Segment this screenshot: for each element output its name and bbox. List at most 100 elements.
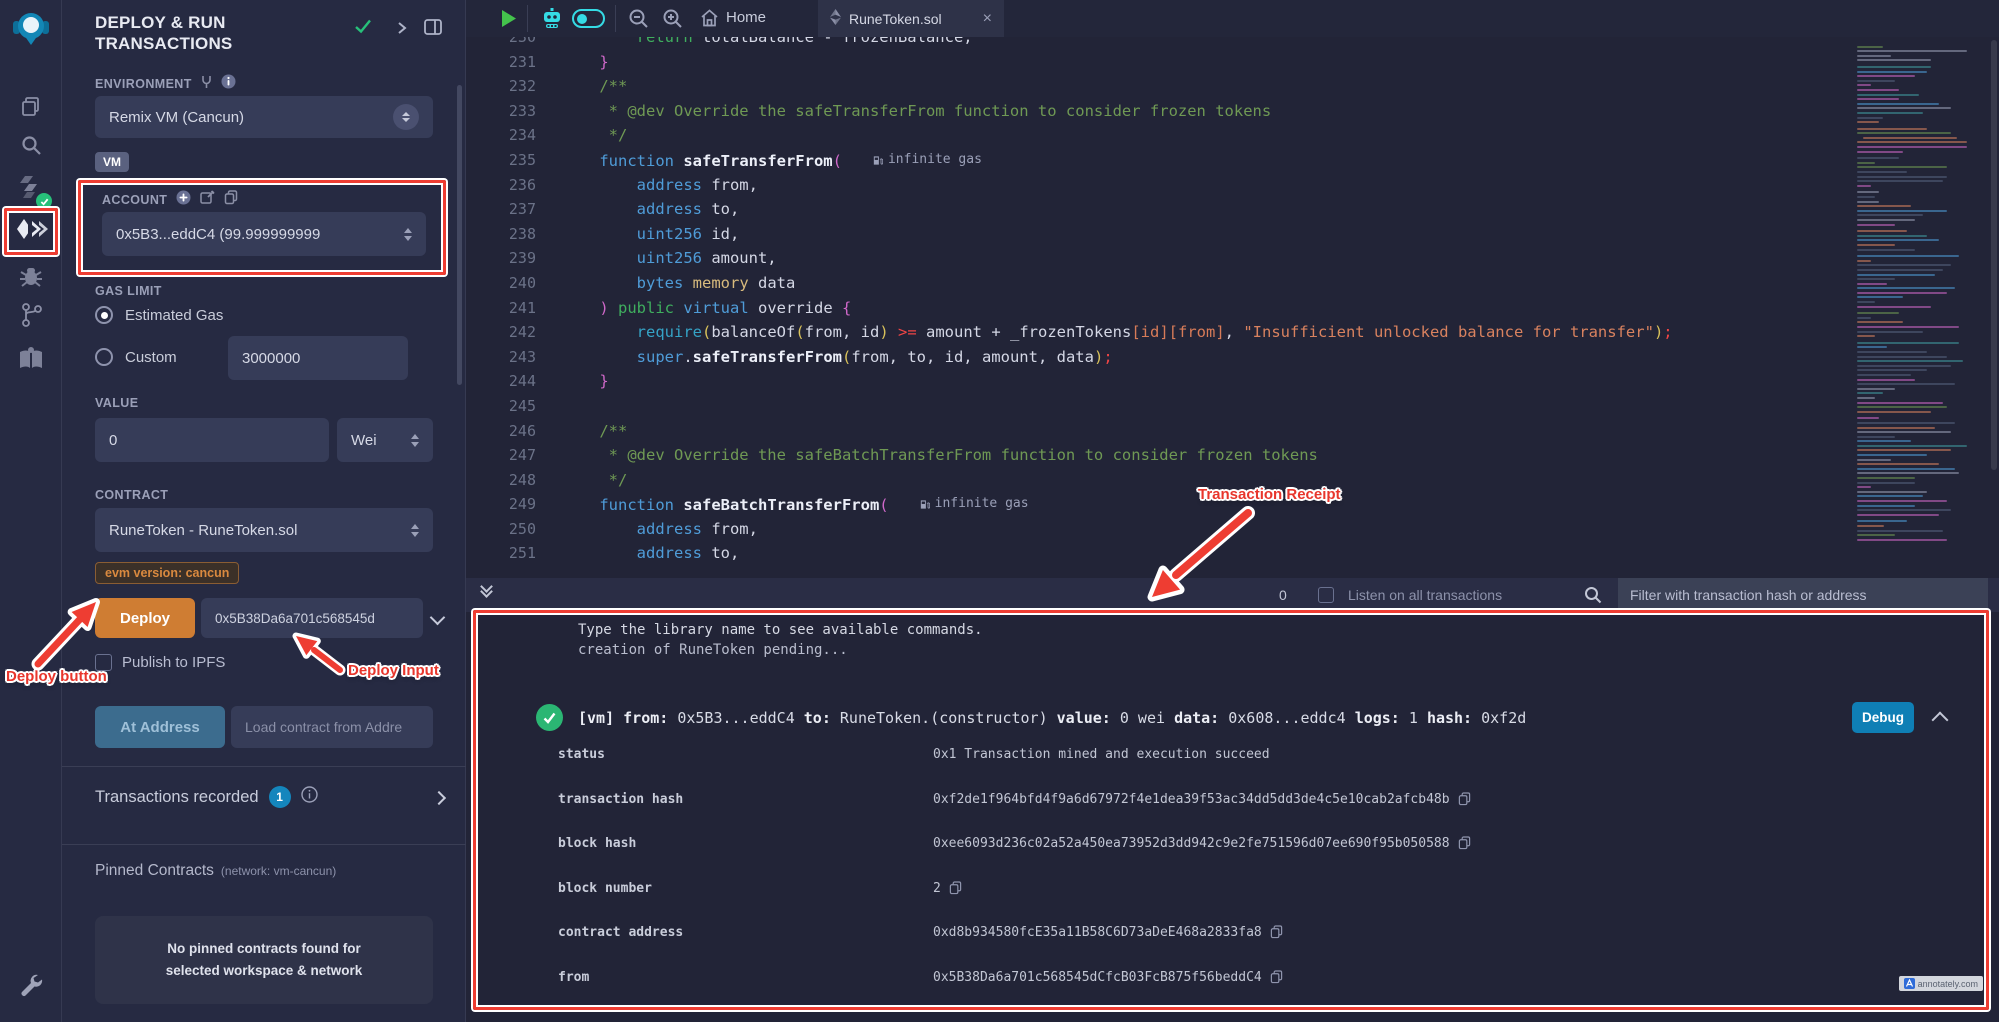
edit-account-icon[interactable] (200, 190, 215, 210)
evm-version-badge: evm version: cancun (95, 562, 239, 584)
radio-unselected-icon[interactable] (95, 348, 113, 366)
receipt-summary-text[interactable]: [vm] from: 0x5B3...eddC4 to: RuneToken.(… (578, 700, 1529, 736)
code-line: 244 } (466, 369, 1857, 394)
remix-logo-icon[interactable] (0, 8, 62, 50)
home-tab[interactable]: Home (726, 9, 766, 26)
transactions-recorded-row: Transactions recorded 1 (95, 786, 318, 808)
unit-stepper-icon[interactable] (411, 434, 419, 447)
at-address-input[interactable]: Load contract from Addre (231, 706, 433, 748)
divider (62, 766, 466, 767)
terminal-logs: Type the library name to see available c… (466, 620, 1999, 660)
copy-account-icon[interactable] (224, 190, 238, 210)
receipt-row-value: 2 (933, 881, 941, 896)
contract-stepper-icon[interactable] (411, 524, 419, 537)
code-line: 230 return totalBalance - frozenBalance; (466, 37, 1857, 50)
remix-ide-window: DEPLOY & RUN TRANSACTIONS ENVIRONMENT Re… (0, 0, 1999, 1022)
copy-icon[interactable] (1270, 925, 1283, 939)
collapse-receipt-icon[interactable] (1932, 712, 1949, 729)
receipt-row-label: block hash (558, 836, 636, 851)
debugger-icon[interactable] (0, 260, 62, 292)
editor-scrollbar[interactable] (1991, 40, 1997, 470)
zoom-in-icon[interactable] (662, 8, 683, 34)
panel-check-icon (354, 18, 372, 39)
editor-toolbar: Home RuneToken.sol × (466, 0, 1999, 37)
value-unit-select[interactable]: Wei (337, 418, 433, 462)
learneth-book-icon[interactable] (0, 342, 62, 376)
transactions-expand-icon[interactable] (432, 791, 446, 805)
pin-panel-icon[interactable] (424, 19, 442, 40)
terminal-log-line: creation of RuneToken pending... (578, 640, 1999, 660)
line-number: 242 (466, 320, 562, 345)
deploy-input[interactable]: 0x5B38Da6a701c568545d (201, 598, 423, 638)
ai-toggle[interactable] (572, 9, 605, 28)
account-value: 0x5B3...eddC4 (99.999999999 (116, 226, 320, 243)
line-number: 248 (466, 468, 562, 493)
collapse-terminal-icon[interactable] (482, 586, 491, 596)
home-icon[interactable] (700, 9, 719, 32)
deploy-button[interactable]: Deploy (95, 598, 195, 638)
listen-label: Listen on all transactions (1348, 587, 1502, 603)
account-select[interactable]: 0x5B3...eddC4 (99.999999999 (102, 212, 426, 256)
solidity-compiler-icon[interactable] (0, 170, 62, 204)
plugin-manager-icon[interactable] (0, 968, 62, 1002)
code-line: 235 function safeTransferFrom(infinite g… (466, 148, 1857, 173)
deploy-run-icon[interactable] (0, 212, 62, 252)
compile-success-badge (36, 193, 52, 209)
debug-button[interactable]: Debug (1852, 702, 1914, 733)
ipfs-checkbox[interactable] (95, 654, 112, 671)
line-number: 246 (466, 419, 562, 444)
receipt-row-value: 0xf2de1f964bfd4f9a6d67972f4e1dea39f53ac3… (933, 792, 1450, 807)
at-address-button[interactable]: At Address (95, 706, 225, 748)
editor-area: Home RuneToken.sol × 230 return totalBal… (466, 0, 1999, 1022)
contract-select[interactable]: RuneToken - RuneToken.sol (95, 508, 433, 552)
copy-icon[interactable] (1270, 970, 1283, 984)
radio-selected-icon[interactable] (95, 306, 113, 324)
publish-ipfs-row[interactable]: Publish to IPFS (95, 654, 225, 671)
filter-input[interactable]: Filter with transaction hash or address (1618, 578, 1988, 612)
line-number: 243 (466, 345, 562, 370)
estimated-gas-radio[interactable]: Estimated Gas (95, 306, 223, 324)
ai-assistant-icon[interactable] (540, 7, 564, 36)
pinned-contracts-title: Pinned Contracts (95, 862, 214, 880)
git-icon[interactable] (0, 298, 62, 332)
close-tab-icon[interactable]: × (983, 11, 992, 27)
receipt-row: transaction hash0xf2de1f964bfd4f9a6d6797… (466, 792, 1999, 808)
receipt-row: block hash0xee6093d236c02a52a450ea73952d… (466, 836, 1999, 852)
copy-icon[interactable] (949, 881, 962, 895)
environment-info-icon[interactable] (221, 74, 236, 94)
line-number: 234 (466, 123, 562, 148)
account-stepper-icon[interactable] (404, 228, 412, 241)
environment-stepper-icon[interactable] (393, 104, 419, 130)
terminal: Type the library name to see available c… (466, 612, 1999, 1022)
fork-state-icon[interactable] (200, 75, 213, 94)
pending-count: 0 (1279, 587, 1287, 603)
zoom-out-icon[interactable] (628, 8, 649, 34)
custom-gas-input[interactable]: 3000000 (228, 336, 408, 380)
custom-gas-radio[interactable]: Custom (95, 348, 177, 366)
panel-scrollbar[interactable] (457, 85, 462, 385)
value-unit: Wei (351, 432, 377, 449)
line-number: 250 (466, 517, 562, 542)
add-account-icon[interactable] (176, 190, 191, 210)
deploy-expand-icon[interactable] (430, 610, 446, 626)
search-icon[interactable] (0, 130, 62, 160)
line-number: 236 (466, 173, 562, 198)
listen-checkbox[interactable] (1318, 587, 1334, 603)
copy-icon[interactable] (1458, 836, 1471, 850)
tab-runetoken[interactable]: RuneToken.sol × (818, 0, 1004, 37)
icon-rail (0, 0, 62, 1022)
panel-next-icon[interactable] (396, 21, 408, 39)
copy-icon[interactable] (1458, 792, 1471, 806)
toolbar-separator (615, 5, 616, 32)
terminal-search-icon[interactable] (1584, 586, 1602, 609)
run-script-icon[interactable] (500, 9, 517, 33)
value-input[interactable]: 0 (95, 418, 329, 462)
minimap[interactable] (1857, 37, 1989, 578)
environment-select[interactable]: Remix VM (Cancun) (95, 96, 433, 138)
file-explorer-icon[interactable] (0, 92, 62, 122)
code-editor[interactable]: 230 return totalBalance - frozenBalance;… (466, 37, 1999, 578)
no-pinned-contracts-box: No pinned contracts found for selected w… (95, 916, 433, 1004)
contract-label: CONTRACT (95, 488, 168, 502)
transactions-info-icon[interactable] (301, 786, 318, 808)
divider (62, 844, 466, 845)
